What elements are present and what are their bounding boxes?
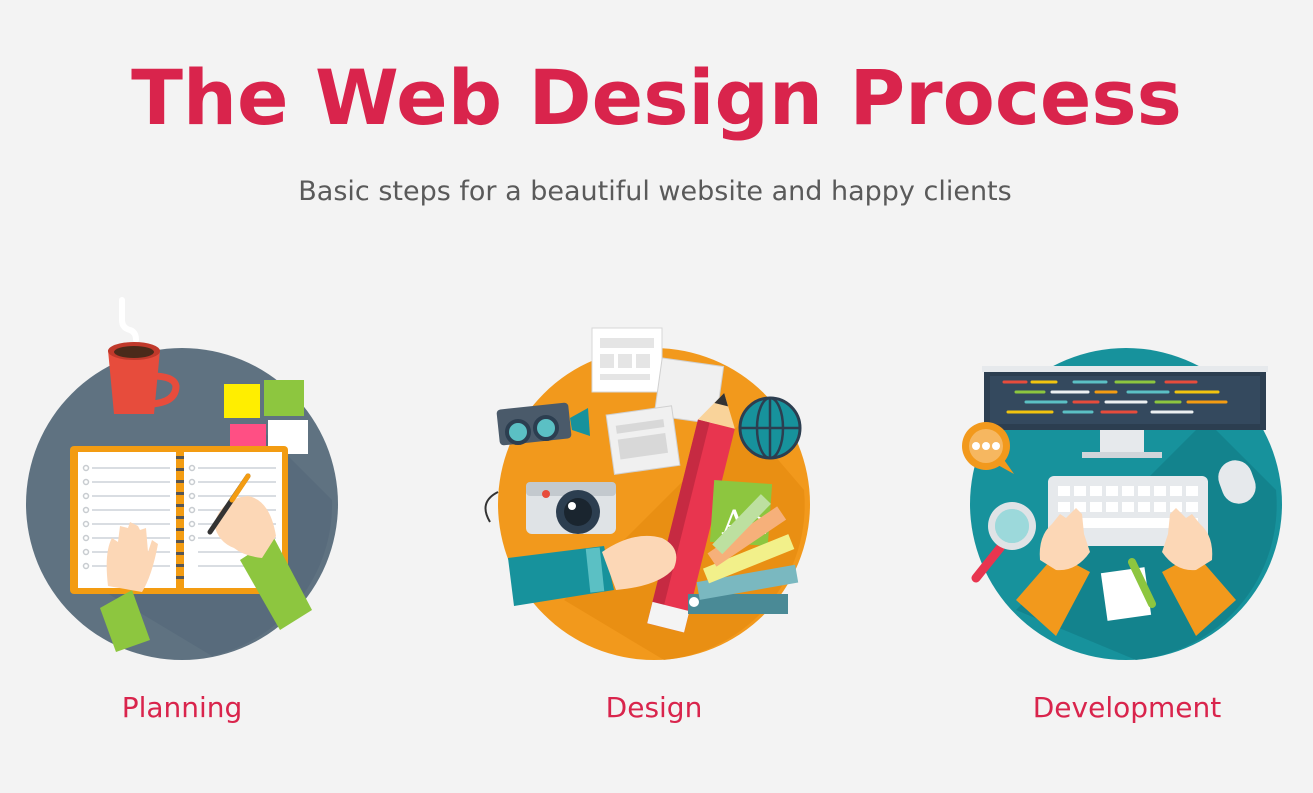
page-subtitle: Basic steps for a beautiful website and … bbox=[298, 176, 1012, 207]
step-label-planning: Planning bbox=[121, 691, 243, 724]
infographic-page: The Web Design Process Basic steps for a… bbox=[0, 0, 1313, 793]
planning-illustration-icon bbox=[26, 297, 338, 660]
step-design: Aa bbox=[484, 290, 824, 670]
step-label-design: Design bbox=[605, 691, 703, 724]
step-label-development: Development bbox=[1032, 691, 1222, 724]
step-development bbox=[956, 290, 1296, 670]
step-planning bbox=[12, 290, 352, 670]
development-illustration-icon bbox=[962, 348, 1282, 660]
page-title: The Web Design Process bbox=[131, 53, 1182, 142]
design-illustration-icon: Aa bbox=[484, 327, 810, 660]
